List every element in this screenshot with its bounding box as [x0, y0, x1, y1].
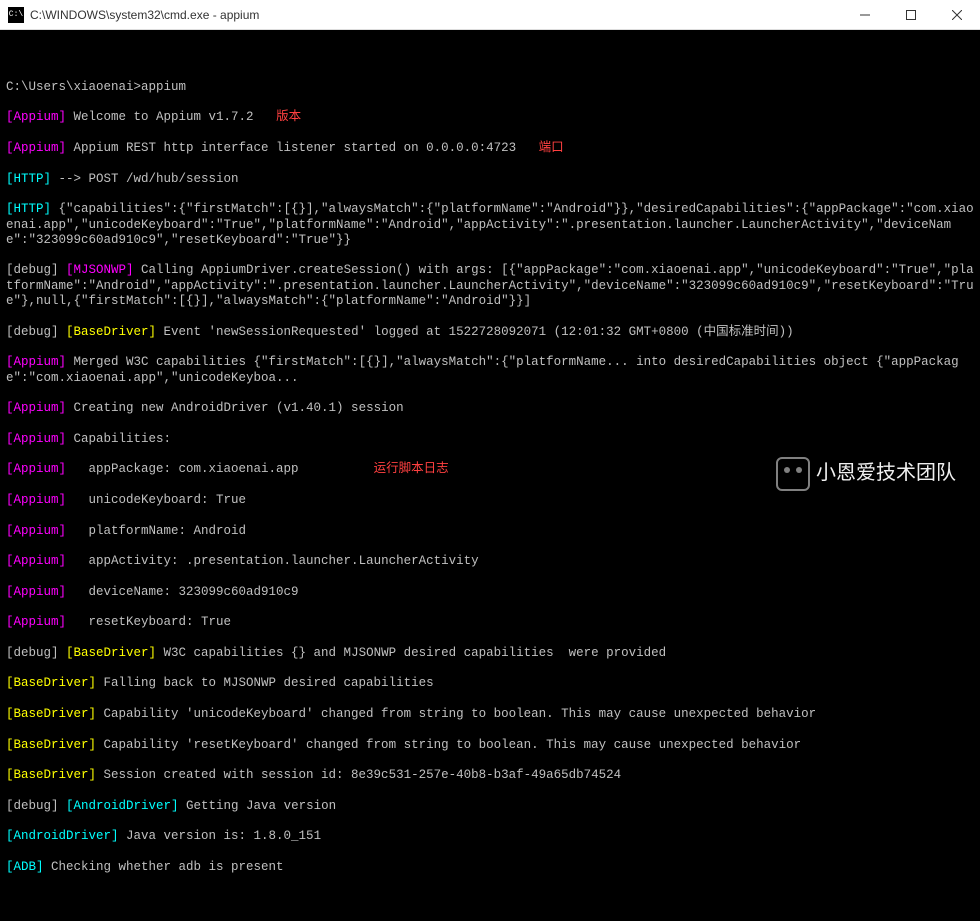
terminal-line: [Appium] platformName: Android [6, 524, 974, 539]
terminal-line: [Appium] Appium REST http interface list… [6, 141, 974, 156]
terminal-line: [BaseDriver] Capability 'resetKeyboard' … [6, 738, 974, 753]
prompt-line: C:\Users\xiaoenai>appium [6, 80, 974, 95]
terminal-line: [Appium] appActivity: .presentation.laun… [6, 554, 974, 569]
terminal-line: [Appium] resetKeyboard: True [6, 615, 974, 630]
terminal-line: [Appium] Welcome to Appium v1.7.2 版本 [6, 110, 974, 125]
terminal-line: [HTTP] {"capabilities":{"firstMatch":[{}… [6, 202, 974, 248]
watermark-text: 小恩爱技术团队 [816, 466, 956, 481]
window-title: C:\WINDOWS\system32\cmd.exe - appium [30, 8, 842, 22]
terminal-line: [debug] [MJSONWP] Calling AppiumDriver.c… [6, 263, 974, 309]
terminal-line: [Appium] Creating new AndroidDriver (v1.… [6, 401, 974, 416]
minimize-button[interactable] [842, 0, 888, 29]
terminal-line: [BaseDriver] Session created with sessio… [6, 768, 974, 783]
window-titlebar: C:\ C:\WINDOWS\system32\cmd.exe - appium [0, 0, 980, 30]
terminal-output[interactable]: C:\Users\xiaoenai>appium [Appium] Welcom… [0, 30, 980, 509]
terminal-line [6, 49, 974, 64]
close-button[interactable] [934, 0, 980, 29]
terminal-line: [Appium] deviceName: 323099c60ad910c9 [6, 585, 974, 600]
annotation-version: 版本 [276, 110, 301, 124]
terminal-line: [AndroidDriver] Java version is: 1.8.0_1… [6, 829, 974, 844]
terminal-line: [Appium] unicodeKeyboard: True [6, 493, 974, 508]
terminal-line: [HTTP] --> POST /wd/hub/session [6, 172, 974, 187]
watermark: 小恩爱技术团队 [776, 457, 956, 491]
maximize-button[interactable] [888, 0, 934, 29]
terminal-line: [Appium] Merged W3C capabilities {"first… [6, 355, 974, 386]
terminal-line: [ADB] Checking whether adb is present [6, 860, 974, 875]
wechat-icon [776, 457, 810, 491]
terminal-line: [BaseDriver] Capability 'unicodeKeyboard… [6, 707, 974, 722]
terminal-line: [debug] [BaseDriver] Event 'newSessionRe… [6, 325, 974, 340]
terminal-line: [Appium] Capabilities: [6, 432, 974, 447]
annotation-log: 运行脚本日志 [374, 462, 449, 476]
terminal-line: [BaseDriver] Falling back to MJSONWP des… [6, 676, 974, 691]
annotation-port: 端口 [539, 141, 564, 155]
cmd-icon: C:\ [8, 7, 24, 23]
terminal-line: [debug] [BaseDriver] W3C capabilities {}… [6, 646, 974, 661]
window-controls [842, 0, 980, 29]
terminal-line: [debug] [AndroidDriver] Getting Java ver… [6, 799, 974, 814]
